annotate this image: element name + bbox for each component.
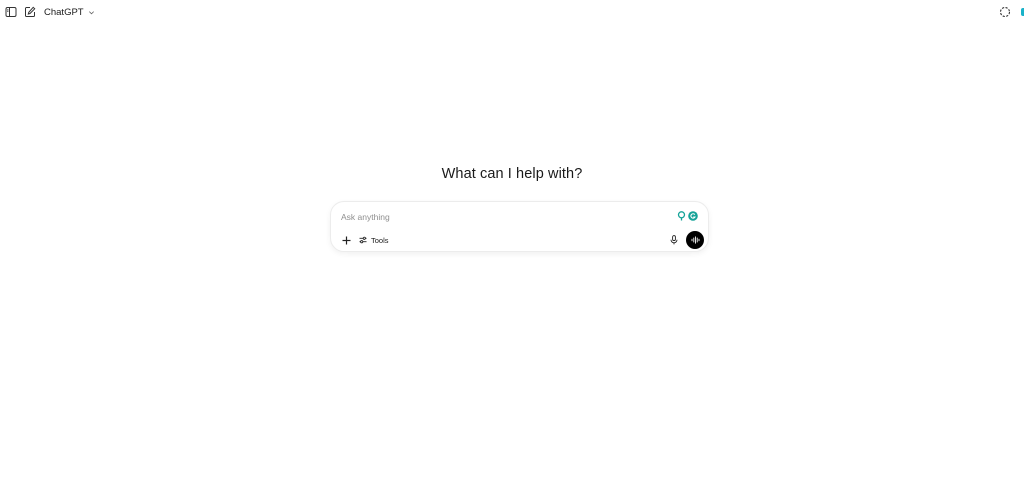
chevron-down-icon [88,9,95,16]
dictate-button[interactable] [667,233,681,247]
extension-pin-icon[interactable] [677,211,686,221]
tools-label: Tools [371,235,389,245]
model-name: ChatGPT [44,6,84,18]
prompt-composer: Tools [330,201,709,252]
add-attachment-button[interactable] [339,233,353,247]
composer-toolbar: Tools [339,231,704,249]
voice-mode-button[interactable] [686,231,704,249]
extension-icons [677,211,698,221]
microphone-icon [670,235,678,245]
extension-grammarly-icon[interactable] [688,211,698,221]
new-chat-icon[interactable] [23,5,37,19]
top-bar: ChatGPT [0,0,1024,24]
tools-sliders-icon [359,236,367,244]
page-title: What can I help with? [441,166,583,182]
voice-mode-icon [691,236,699,244]
chatgpt-page: ChatGPT What can I help with? Ask anythi… [0,0,1024,478]
plus-icon [342,236,350,244]
tools-button[interactable]: Tools [359,236,389,245]
model-switcher-button[interactable]: ChatGPT [44,5,95,19]
sidebar-toggle-icon[interactable] [4,5,18,19]
prompt-input[interactable] [341,210,641,224]
temporary-chat-icon[interactable] [998,5,1012,19]
